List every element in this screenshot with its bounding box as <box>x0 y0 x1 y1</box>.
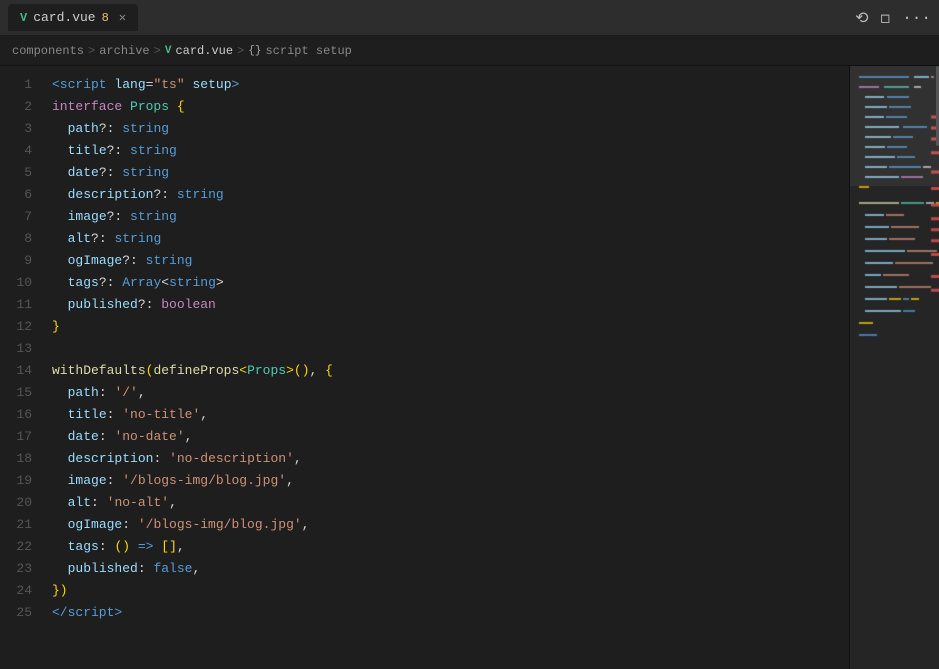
table-row: tags: () => [], <box>48 536 849 558</box>
minimap-highlight <box>849 66 939 186</box>
line-number: 14 <box>8 360 32 382</box>
line-number: 9 <box>8 250 32 272</box>
breadcrumb-components[interactable]: components <box>12 44 84 58</box>
table-row: alt?: string <box>48 228 849 250</box>
table-row: } <box>48 316 849 338</box>
breadcrumb: components > archive > V card.vue > {} s… <box>0 36 939 66</box>
line-number: 12 <box>8 316 32 338</box>
line-number: 16 <box>8 404 32 426</box>
table-row: }) <box>48 580 849 602</box>
table-row: path?: string <box>48 118 849 140</box>
table-row: withDefaults(defineProps<Props>(), { <box>48 360 849 382</box>
editor-container: 1234567891011121314151617181920212223242… <box>0 66 939 669</box>
close-tab-button[interactable]: ✕ <box>119 10 126 25</box>
table-row: alt: 'no-alt', <box>48 492 849 514</box>
tab-card-vue[interactable]: V card.vue 8 ✕ <box>8 4 138 31</box>
breadcrumb-section: script setup <box>265 44 351 58</box>
table-row: description: 'no-description', <box>48 448 849 470</box>
table-row: date: 'no-date', <box>48 426 849 448</box>
table-row: interface Props { <box>48 96 849 118</box>
split-editor-button[interactable]: ◻ <box>881 8 891 28</box>
minimap[interactable] <box>849 66 939 669</box>
line-number: 1 <box>8 74 32 96</box>
line-number: 10 <box>8 272 32 294</box>
table-row: image?: string <box>48 206 849 228</box>
line-number: 20 <box>8 492 32 514</box>
line-number: 24 <box>8 580 32 602</box>
table-row: published: false, <box>48 558 849 580</box>
table-row: ogImage: '/blogs-img/blog.jpg', <box>48 514 849 536</box>
breadcrumb-sep-1: > <box>88 44 95 58</box>
line-number: 4 <box>8 140 32 162</box>
line-number: 21 <box>8 514 32 536</box>
line-number: 2 <box>8 96 32 118</box>
table-row: image: '/blogs-img/blog.jpg', <box>48 470 849 492</box>
code-content[interactable]: <script lang="ts" setup>interface Props … <box>48 66 849 669</box>
line-number: 13 <box>8 338 32 360</box>
breadcrumb-sep-3: > <box>237 44 244 58</box>
line-number: 17 <box>8 426 32 448</box>
dirty-badge: 8 <box>102 11 109 25</box>
line-number: 15 <box>8 382 32 404</box>
table-row: title?: string <box>48 140 849 162</box>
history-button[interactable]: ⟲ <box>855 8 868 28</box>
breadcrumb-file[interactable]: card.vue <box>175 44 233 58</box>
line-number: 25 <box>8 602 32 624</box>
line-number: 11 <box>8 294 32 316</box>
line-number: 18 <box>8 448 32 470</box>
table-row: path: '/', <box>48 382 849 404</box>
breadcrumb-archive[interactable]: archive <box>99 44 149 58</box>
table-row: date?: string <box>48 162 849 184</box>
code-area[interactable]: 1234567891011121314151617181920212223242… <box>0 66 849 669</box>
table-row <box>48 338 849 360</box>
line-number: 22 <box>8 536 32 558</box>
line-number: 23 <box>8 558 32 580</box>
breadcrumb-section-icon: {} <box>248 45 261 57</box>
breadcrumb-sep-2: > <box>154 44 161 58</box>
breadcrumb-vue-icon: V <box>165 45 172 57</box>
tab-label: card.vue <box>33 10 95 25</box>
vue-icon: V <box>20 11 27 25</box>
table-row: </script> <box>48 602 849 624</box>
table-row: ogImage?: string <box>48 250 849 272</box>
line-number: 8 <box>8 228 32 250</box>
line-number: 19 <box>8 470 32 492</box>
title-bar: V card.vue 8 ✕ ⟲ ◻ ··· <box>0 0 939 36</box>
table-row: <script lang="ts" setup> <box>48 74 849 96</box>
line-number: 6 <box>8 184 32 206</box>
line-numbers: 1234567891011121314151617181920212223242… <box>0 66 48 669</box>
line-number: 3 <box>8 118 32 140</box>
line-number: 7 <box>8 206 32 228</box>
table-row: tags?: Array<string> <box>48 272 849 294</box>
table-row: description?: string <box>48 184 849 206</box>
title-bar-actions: ⟲ ◻ ··· <box>855 8 931 28</box>
table-row: published?: boolean <box>48 294 849 316</box>
table-row: title: 'no-title', <box>48 404 849 426</box>
line-number: 5 <box>8 162 32 184</box>
more-actions-button[interactable]: ··· <box>902 9 931 27</box>
